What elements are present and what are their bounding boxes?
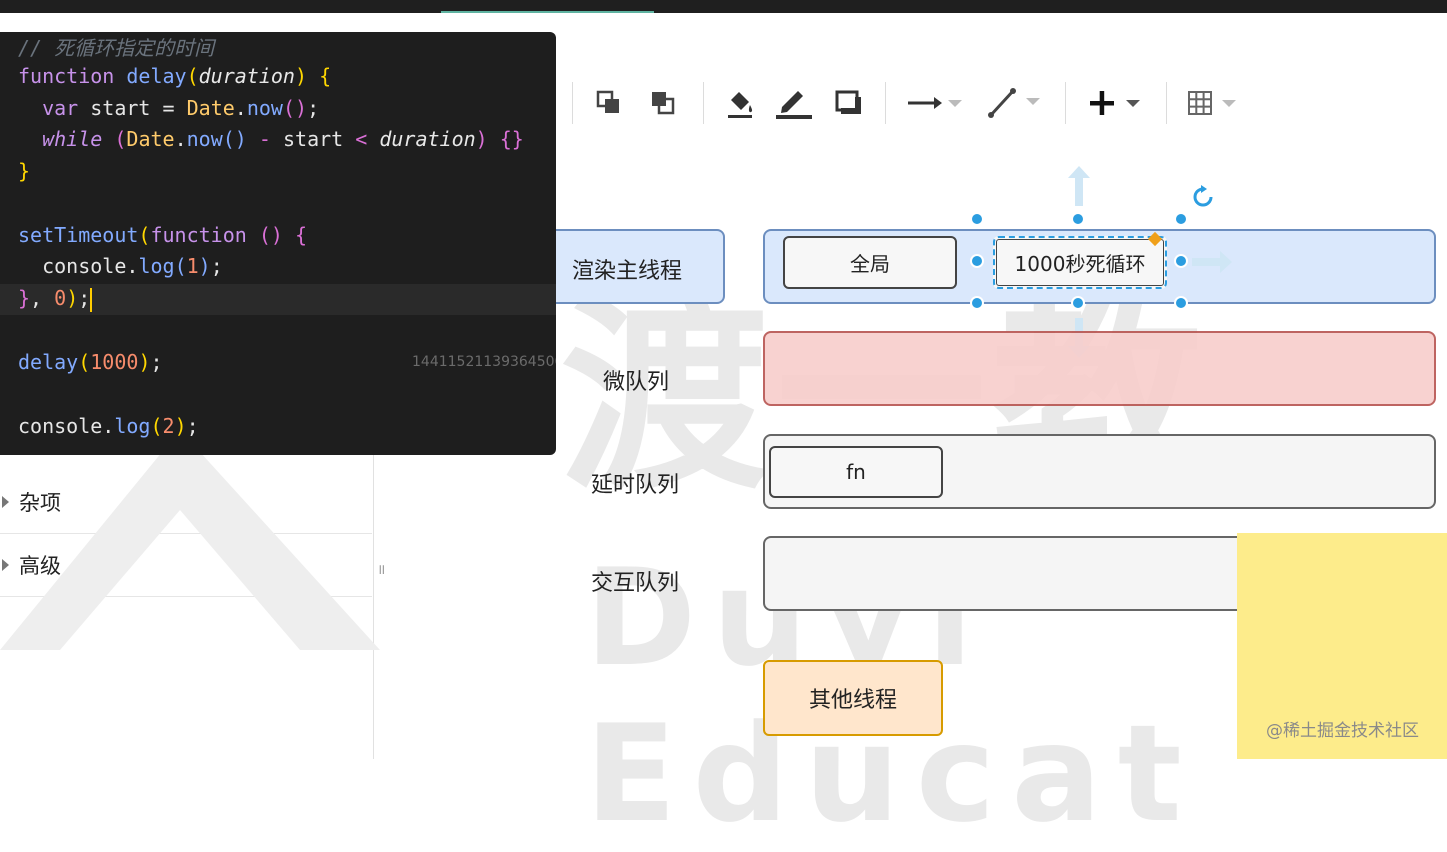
microtask-queue-lane[interactable] xyxy=(763,331,1436,406)
row-label-interaction-queue: 交互队列 xyxy=(591,571,680,596)
bring-front-icon[interactable] xyxy=(592,86,626,120)
line-color-icon[interactable] xyxy=(774,86,814,120)
resize-handle[interactable] xyxy=(970,254,984,268)
resize-handle[interactable] xyxy=(1174,254,1188,268)
table-icon[interactable] xyxy=(1184,86,1244,120)
clone-arrow-up-icon[interactable] xyxy=(1066,164,1092,212)
clone-arrow-right-icon[interactable] xyxy=(1190,249,1234,279)
toolbar-divider xyxy=(572,82,573,124)
resize-handle[interactable] xyxy=(970,212,984,226)
code-line: while (Date.now() - start < duration) {} xyxy=(42,127,524,151)
resize-handle[interactable] xyxy=(1174,296,1188,310)
category-label: 高级 xyxy=(19,554,61,578)
chevron-right-icon xyxy=(2,496,9,508)
text-caret xyxy=(90,287,93,312)
resize-handle[interactable] xyxy=(1071,212,1085,226)
category-advanced[interactable]: 高级 xyxy=(0,534,372,597)
active-tab-indicator xyxy=(441,11,654,13)
code-line: console.log(2); xyxy=(18,414,199,438)
row-label-delay-queue: 延时队列 xyxy=(591,473,680,498)
panel-splitter[interactable]: ॥ xyxy=(377,560,385,579)
toolbar-divider xyxy=(1065,82,1066,124)
fill-color-icon[interactable] xyxy=(722,86,758,120)
code-overlay: // 死循环指定的时间 function delay(duration) { v… xyxy=(0,32,556,455)
shape-library-panel: 杂项 高级 xyxy=(0,455,374,759)
insert-plus-icon[interactable] xyxy=(1082,86,1148,120)
code-line: setTimeout(function () { xyxy=(18,223,308,247)
connection-arrow-icon[interactable] xyxy=(906,86,966,120)
toolbar-divider xyxy=(703,82,704,124)
toolbar-divider xyxy=(1166,82,1167,124)
ghost-number: 14411521139364506 xyxy=(412,354,556,370)
dead-loop-task-box[interactable]: 1000秒死循环 xyxy=(993,236,1167,289)
code-line: var start = Date.now(); xyxy=(42,96,320,120)
waypoint-icon[interactable] xyxy=(986,86,1046,120)
site-credit: @稀土掘金技术社区 xyxy=(1266,721,1419,741)
row-label-main-thread: 渲染主线程 xyxy=(572,259,683,284)
category-misc[interactable]: 杂项 xyxy=(0,471,372,534)
code-line: function delay(duration) { xyxy=(18,64,332,88)
resize-handle[interactable] xyxy=(970,296,984,310)
format-toolbar xyxy=(556,70,1447,136)
toolbar-divider xyxy=(885,82,886,124)
other-thread-box[interactable]: 其他线程 xyxy=(763,660,943,736)
resize-handle[interactable] xyxy=(1174,212,1188,226)
category-label: 杂项 xyxy=(19,491,61,515)
code-line: console.log(1); xyxy=(42,254,223,278)
window-top-bar xyxy=(0,0,1447,13)
code-line: } xyxy=(18,159,31,183)
resize-handle[interactable] xyxy=(1071,296,1085,310)
send-back-icon[interactable] xyxy=(646,86,680,120)
code-line: }, 0); xyxy=(18,286,93,312)
shadow-icon[interactable] xyxy=(832,86,866,120)
chevron-right-icon xyxy=(2,559,9,571)
row-label-microtask-queue: 微队列 xyxy=(603,370,670,395)
code-comment: // 死循环指定的时间 xyxy=(18,36,215,60)
fn-task-box[interactable]: fn xyxy=(769,446,943,498)
rotate-handle-icon[interactable] xyxy=(1191,185,1215,213)
code-line: delay(1000); xyxy=(18,350,163,374)
global-task-box[interactable]: 全局 xyxy=(783,236,957,289)
